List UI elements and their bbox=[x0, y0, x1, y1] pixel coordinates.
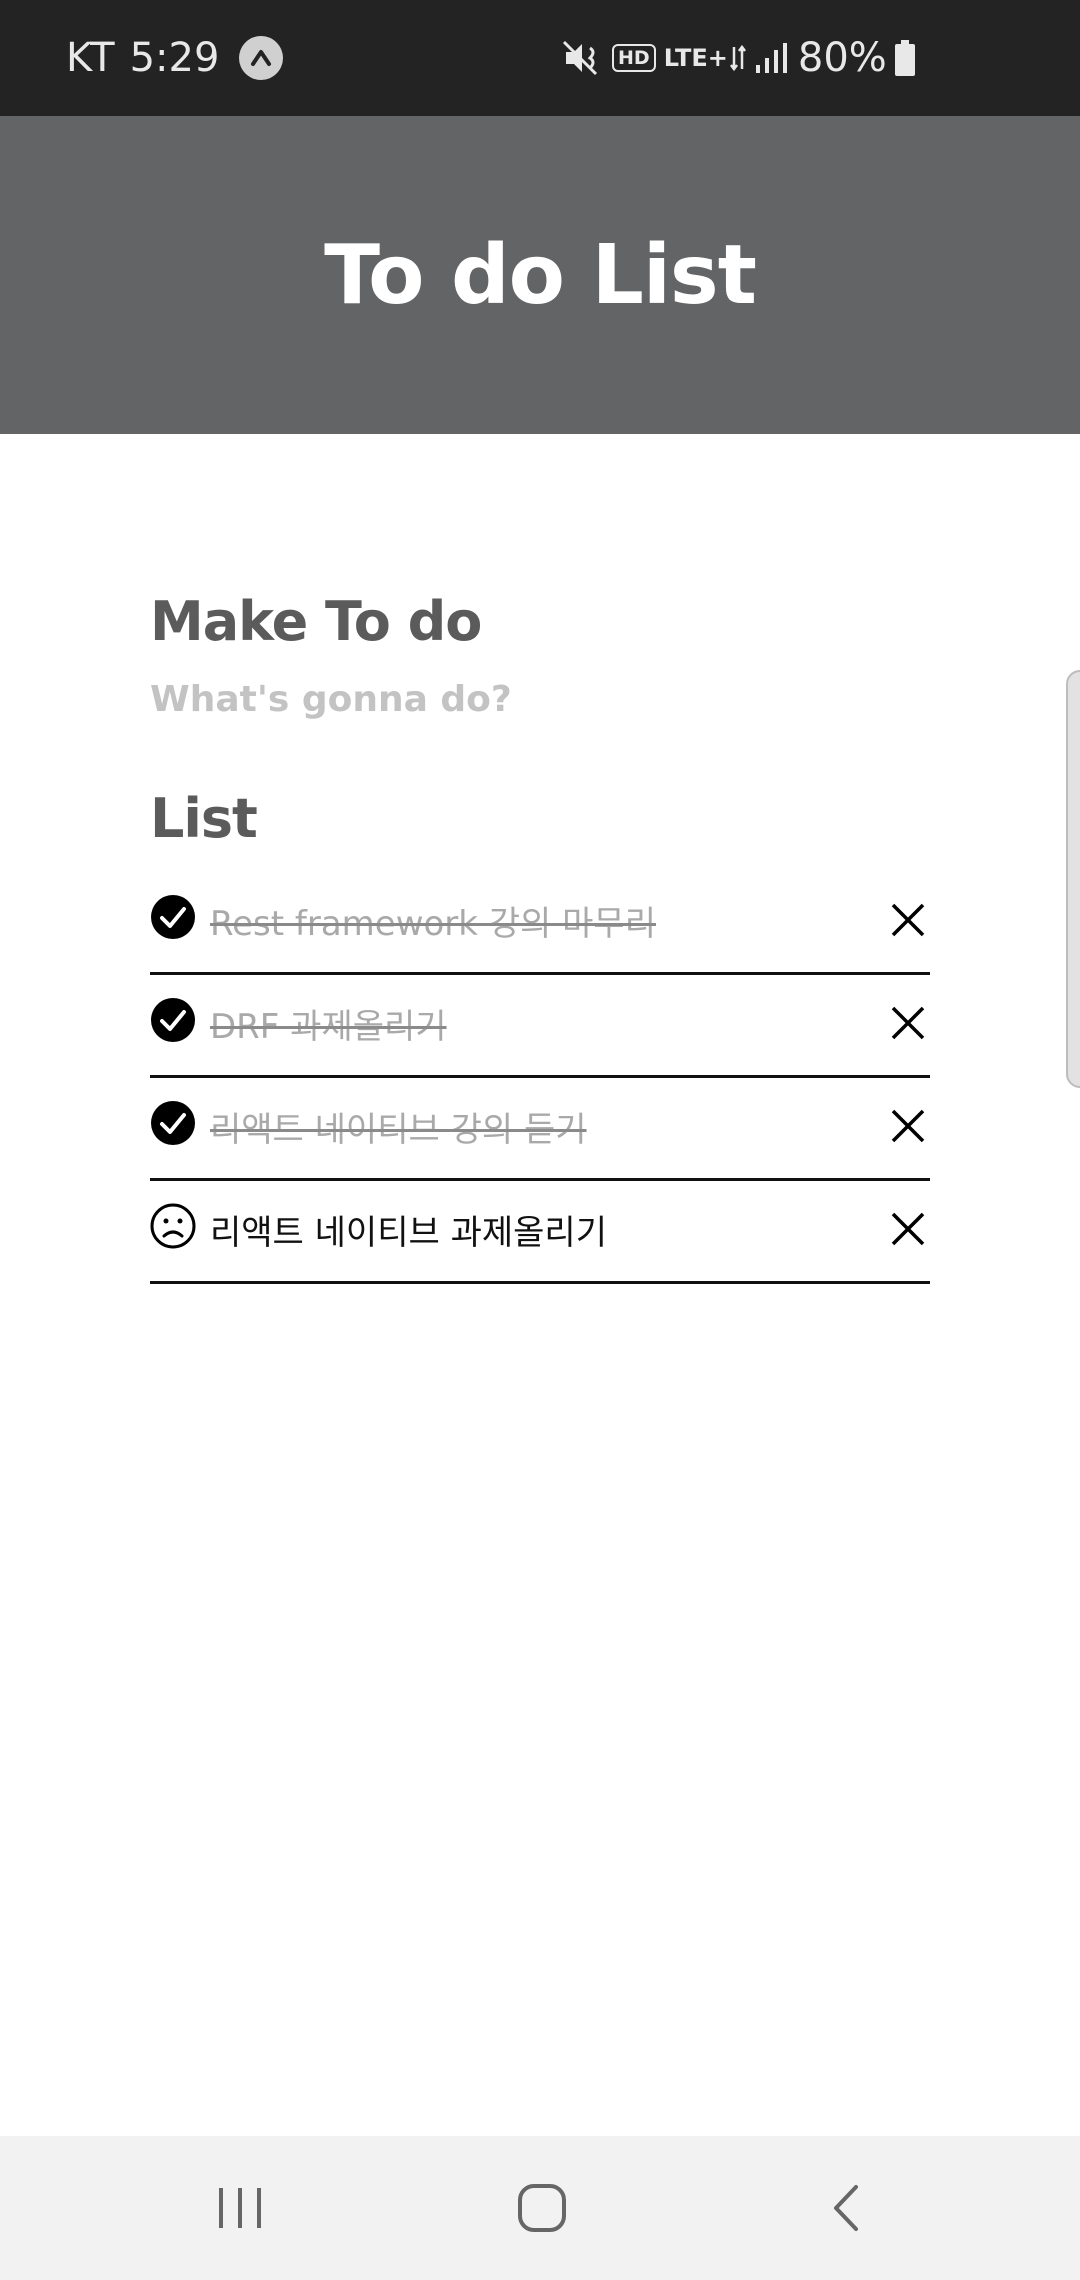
battery-icon bbox=[893, 38, 917, 78]
todo-item: DRF 과제올리기 bbox=[150, 975, 930, 1078]
network-type-label: LTE+ bbox=[663, 44, 728, 72]
check-circle-icon[interactable] bbox=[150, 894, 196, 940]
recent-apps-icon[interactable] bbox=[200, 2172, 280, 2244]
todo-item: Rest framework 강의 마무리 bbox=[150, 872, 930, 975]
close-icon[interactable] bbox=[888, 1209, 928, 1249]
todo-text: DRF 과제올리기 bbox=[210, 1007, 447, 1047]
todo-list: Rest framework 강의 마무리 DRF 과제올리기 리액트 네이티브… bbox=[150, 872, 930, 1284]
check-circle-icon[interactable] bbox=[150, 1100, 196, 1146]
status-bar: KT 5:29 HD LTE+ 80% bbox=[0, 0, 1080, 116]
todo-input[interactable] bbox=[150, 671, 930, 727]
check-circle-icon[interactable] bbox=[150, 997, 196, 1043]
app-header: To do List bbox=[0, 116, 1080, 434]
todo-item: 리액트 네이티브 강의 듣기 bbox=[150, 1078, 930, 1181]
todo-item: 리액트 네이티브 과제올리기 bbox=[150, 1181, 930, 1284]
todo-text: 리액트 네이티브 과제올리기 bbox=[210, 1213, 607, 1253]
data-arrows-icon bbox=[729, 43, 746, 73]
home-icon[interactable] bbox=[502, 2172, 582, 2244]
make-todo-title: Make To do bbox=[150, 590, 482, 653]
main-content: Make To do List Rest framework 강의 마무리 DR… bbox=[150, 590, 930, 1284]
page-title: To do List bbox=[324, 227, 757, 323]
sad-face-icon[interactable] bbox=[150, 1203, 196, 1249]
todo-text: Rest framework 강의 마무리 bbox=[210, 904, 656, 944]
todo-text: 리액트 네이티브 강의 듣기 bbox=[210, 1110, 587, 1150]
close-icon[interactable] bbox=[888, 900, 928, 940]
status-time: 5:29 bbox=[129, 35, 220, 81]
battery-percent: 80% bbox=[797, 35, 887, 81]
app-screen: KT 5:29 HD LTE+ 80% To do List Make To d… bbox=[0, 0, 1080, 2280]
status-right: HD LTE+ 80% bbox=[560, 0, 917, 116]
hd-voice-badge: HD bbox=[612, 44, 656, 72]
close-icon[interactable] bbox=[888, 1106, 928, 1146]
signal-strength-icon bbox=[754, 41, 788, 75]
vibrate-mute-icon bbox=[560, 36, 604, 80]
edge-panel-handle[interactable] bbox=[1066, 670, 1080, 1088]
status-left: KT 5:29 bbox=[66, 0, 284, 116]
carrier-label: KT bbox=[66, 35, 116, 81]
list-title: List bbox=[150, 787, 258, 850]
back-icon[interactable] bbox=[806, 2172, 886, 2244]
close-icon[interactable] bbox=[888, 1003, 928, 1043]
caret-up-icon bbox=[239, 36, 284, 80]
navigation-bar bbox=[0, 2136, 1080, 2280]
